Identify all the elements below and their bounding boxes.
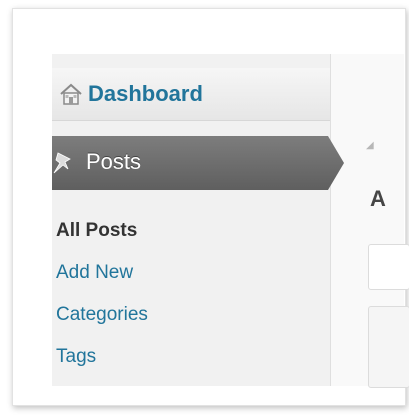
- collapse-arrow-icon: ◢: [366, 140, 374, 151]
- submenu-item-add-new[interactable]: Add New: [56, 252, 316, 294]
- page-title-fragment: A: [370, 186, 386, 211]
- submenu-item-categories[interactable]: Categories: [56, 294, 316, 336]
- posts-submenu: All Posts Add New Categories Tags: [56, 210, 316, 378]
- home-icon: [58, 81, 84, 107]
- menu-item-dashboard[interactable]: Dashboard: [52, 68, 330, 121]
- submenu-item-tags[interactable]: Tags: [56, 336, 316, 378]
- content-box-fragment: [368, 306, 409, 388]
- content-input-fragment[interactable]: [368, 244, 409, 290]
- pushpin-icon: [52, 149, 76, 175]
- menu-item-posts[interactable]: Posts: [52, 136, 344, 190]
- menu-item-dashboard-label: Dashboard: [88, 81, 203, 106]
- menu-item-posts-label: Posts: [86, 149, 142, 174]
- submenu-item-all-posts[interactable]: All Posts: [56, 210, 316, 252]
